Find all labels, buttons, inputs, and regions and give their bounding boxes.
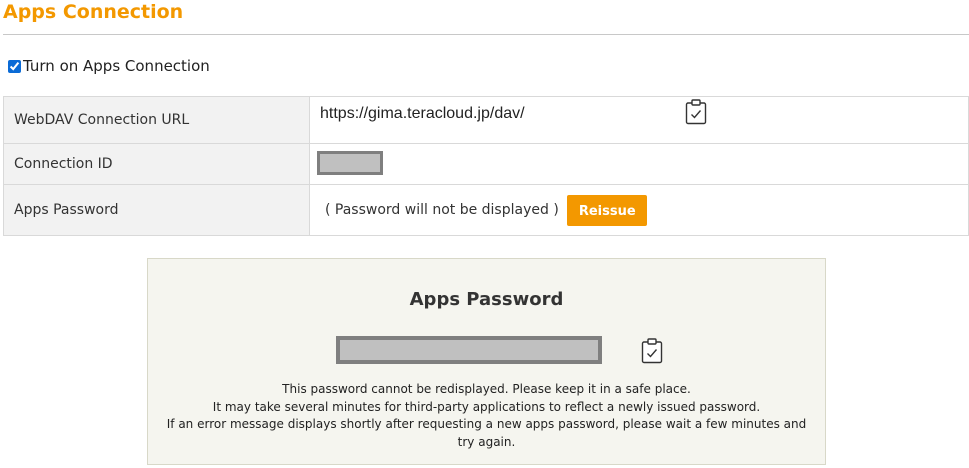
apps-password-cell: ( Password will not be displayed ) Reiss… [309,184,969,236]
reissue-button[interactable]: Reissue [567,194,648,226]
clipboard-check-icon[interactable] [685,99,707,125]
connection-settings-table: WebDAV Connection URL https://gima.terac… [3,96,969,236]
apps-connection-toggle-label: Turn on Apps Connection [23,57,210,75]
apps-connection-checkbox[interactable] [8,59,21,73]
webdav-url-cell: https://gima.teracloud.jp/dav/ [309,96,969,144]
connection-id-masked-value [317,151,383,175]
apps-password-label: Apps Password [3,184,310,236]
table-row: WebDAV Connection URL https://gima.terac… [3,96,969,144]
apps-password-panel: Apps Password This password cannot be re… [147,258,826,465]
webdav-url-label: WebDAV Connection URL [3,96,310,144]
webdav-url-value[interactable]: https://gima.teracloud.jp/dav/ [320,105,525,122]
apps-password-masked-value [336,336,602,364]
connection-id-cell [309,143,969,185]
password-hidden-note: ( Password will not be displayed ) [325,202,559,218]
title-divider [3,34,969,35]
apps-password-notes: This password cannot be redisplayed. Ple… [158,381,815,451]
apps-connection-toggle[interactable]: Turn on Apps Connection [6,56,210,76]
password-note-line: It may take several minutes for third-pa… [212,399,761,414]
connection-id-label: Connection ID [3,143,310,185]
apps-password-panel-title: Apps Password [409,289,564,310]
table-row: Apps Password ( Password will not be dis… [3,184,969,236]
section-title: Apps Connection [3,1,184,23]
password-note-line: If an error message displays shortly aft… [166,417,807,449]
table-row: Connection ID [3,143,969,185]
clipboard-check-icon[interactable] [641,338,663,364]
password-note-line: This password cannot be redisplayed. Ple… [282,382,691,396]
